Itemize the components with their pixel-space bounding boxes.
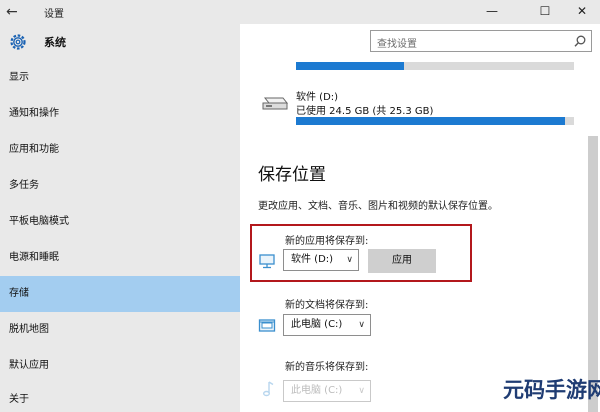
sidebar-item-notifications[interactable]: 通知和操作 [0, 96, 240, 132]
watermark-logo: 元码手游网 [503, 374, 600, 408]
title-bar: ← 设置 — ☐ ✕ [0, 0, 600, 24]
search-placeholder: 查找设置 [377, 39, 417, 50]
apps-location-value: 软件 (D:) [291, 254, 334, 265]
music-save-label: 新的音乐将保存到: [285, 362, 369, 373]
chevron-down-icon: ∨ [358, 386, 365, 396]
apps-save-label: 新的应用将保存到: [285, 236, 369, 247]
documents-save-label: 新的文档将保存到: [285, 300, 369, 311]
gear-icon [10, 34, 26, 50]
watermark-text: 元码手游网 [503, 378, 600, 402]
apps-location-dropdown[interactable]: 软件 (D:) ∨ [283, 249, 359, 271]
documents-location-value: 此电脑 (C:) [291, 319, 343, 330]
sidebar-item-storage[interactable]: 存储 [0, 276, 240, 312]
chevron-down-icon: ∨ [358, 320, 365, 330]
section-title: 保存位置 [258, 165, 326, 185]
sidebar-header[interactable]: 系统 [0, 24, 240, 60]
sidebar-item-power[interactable]: 电源和睡眠 [0, 240, 240, 276]
drive-c-usage-bar [296, 62, 574, 70]
music-location-value: 此电脑 (C:) [291, 385, 343, 396]
apply-button[interactable]: 应用 [368, 249, 436, 273]
chevron-down-icon: ∨ [346, 255, 353, 265]
sidebar-item-display[interactable]: 显示 [0, 60, 240, 96]
documents-location-dropdown[interactable]: 此电脑 (C:) ∨ [283, 314, 371, 336]
section-description: 更改应用、文档、音乐、图片和视频的默认保存位置。 [258, 201, 498, 212]
documents-folder-icon [258, 319, 276, 332]
sidebar-item-about[interactable]: 关于 [0, 382, 240, 412]
monitor-icon [259, 254, 275, 269]
back-arrow-icon[interactable]: ← [6, 2, 24, 22]
sidebar-item-offline-maps[interactable]: 脱机地图 [0, 312, 240, 348]
sidebar: 系统 显示 通知和操作 应用和功能 多任务 平板电脑模式 电源和睡眠 存储 脱机… [0, 24, 240, 412]
hard-drive-icon [262, 97, 289, 110]
sidebar-item-default-apps[interactable]: 默认应用 [0, 348, 240, 384]
drive-d-name[interactable]: 软件 (D:) [296, 88, 338, 103]
drive-d-usage-text: 已使用 24.5 GB (共 25.3 GB) [296, 106, 434, 117]
sidebar-item-apps[interactable]: 应用和功能 [0, 132, 240, 168]
minimize-button[interactable]: — [470, 0, 514, 24]
window-title: 设置 [44, 9, 64, 20]
vertical-scrollbar[interactable] [588, 136, 598, 412]
drive-d-usage-bar [296, 117, 574, 125]
search-box[interactable]: 查找设置 [370, 30, 592, 52]
drive-c-usage-fill [296, 62, 405, 70]
music-note-icon [262, 381, 274, 397]
music-location-dropdown[interactable]: 此电脑 (C:) ∨ [283, 380, 371, 402]
sidebar-item-multitasking[interactable]: 多任务 [0, 168, 240, 204]
sidebar-item-tablet-mode[interactable]: 平板电脑模式 [0, 204, 240, 240]
drive-d-usage-fill [296, 117, 566, 125]
close-button[interactable]: ✕ [560, 0, 600, 24]
search-icon[interactable] [573, 34, 587, 48]
sidebar-header-label: 系统 [44, 36, 66, 49]
